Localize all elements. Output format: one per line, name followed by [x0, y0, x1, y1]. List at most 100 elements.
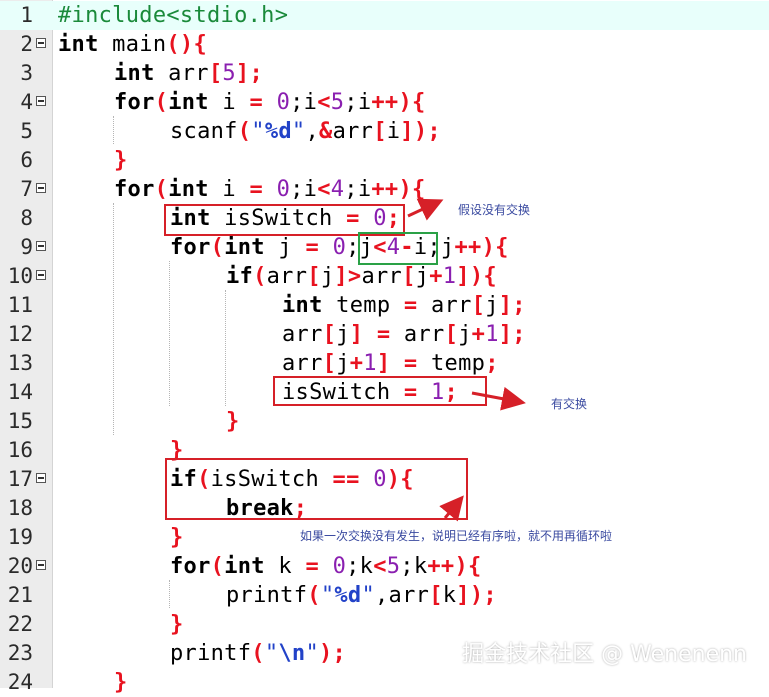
code-line[interactable]: 2 int main(){: [0, 30, 769, 59]
code-line[interactable]: 24}: [0, 668, 769, 697]
code-token: +: [429, 264, 443, 289]
line-number: 5: [20, 119, 33, 143]
code-line[interactable]: 3 int arr[5];: [0, 59, 769, 88]
code-text[interactable]: scanf("%d",&arr[i]);: [170, 117, 441, 146]
code-token: ++){: [371, 177, 426, 202]
code-line[interactable]: 7 for(int i = 0;i<4;i++){: [0, 175, 769, 204]
code-text[interactable]: if(arr[j]>arr[j+1]){: [226, 262, 497, 291]
code-token: j: [320, 264, 335, 289]
code-line[interactable]: 20 for(int k = 0;k<5;k++){: [0, 552, 769, 581]
code-text[interactable]: arr[j] = arr[j+1];: [282, 320, 526, 349]
code-line[interactable]: 21 printf("%d",arr[k]);: [0, 581, 769, 610]
code-token: <: [373, 554, 387, 579]
code-token: (: [253, 264, 267, 289]
code-token: main: [98, 32, 167, 57]
code-text[interactable]: printf("\n");: [170, 639, 346, 668]
code-line[interactable]: 4 for(int i = 0;i<5;i++){: [0, 88, 769, 117]
code-token: j: [458, 322, 472, 347]
fold-toggle-icon[interactable]: [36, 96, 46, 106]
code-token: int: [282, 293, 323, 318]
code-token: arr: [154, 61, 209, 86]
fold-toggle-icon[interactable]: [36, 473, 46, 483]
code-text[interactable]: int temp = arr[j];: [282, 291, 526, 320]
code-text[interactable]: for(int j = 0;j<4-i;j++){: [170, 233, 509, 262]
line-number: 3: [20, 61, 33, 85]
code-token: (){: [166, 32, 208, 57]
indent-guide: [169, 580, 170, 608]
code-token: temp: [322, 293, 404, 318]
code-token: [: [402, 264, 416, 289]
annotation-note-sorted-explanation: 如果一次交换没有发生，说明已经有序啦，就不用再循环啦: [300, 529, 613, 543]
line-number: 7: [20, 177, 33, 201]
indent-guide: [113, 116, 114, 144]
code-token: =: [403, 293, 418, 318]
code-token: ]);: [400, 119, 441, 144]
line-number: 9: [20, 235, 33, 259]
code-text[interactable]: #include<stdio.h>: [58, 1, 288, 30]
code-text[interactable]: for(int k = 0;k<5;k++){: [170, 552, 482, 581]
code-token: printf: [226, 583, 308, 608]
highlight-box-isswitch-set: [273, 376, 487, 406]
code-token: arr: [390, 322, 445, 347]
line-number: 21: [7, 583, 33, 607]
line-number: 22: [7, 612, 33, 636]
code-text[interactable]: }: [226, 407, 240, 436]
code-text[interactable]: int main(){: [58, 30, 207, 59]
code-token: }: [226, 409, 240, 434]
fold-toggle-icon[interactable]: [36, 38, 46, 48]
code-line[interactable]: 1 #include<stdio.h>: [0, 1, 769, 30]
code-token: +: [349, 351, 364, 376]
code-token: [: [471, 293, 486, 318]
code-text[interactable]: }: [114, 668, 128, 697]
code-line[interactable]: 13 arr[j+1] = temp;: [0, 349, 769, 378]
fold-toggle-icon[interactable]: [36, 270, 46, 280]
code-token: (: [237, 119, 252, 144]
code-token: [: [322, 322, 337, 347]
code-token: ": [251, 119, 265, 144]
code-token: [: [444, 322, 459, 347]
code-token: int: [224, 235, 265, 260]
code-token: ": [264, 641, 279, 666]
line-number: 17: [7, 467, 33, 491]
code-token: ": [361, 583, 376, 608]
code-line[interactable]: 12 arr[j] = arr[j+1];: [0, 320, 769, 349]
code-token: ;k: [400, 554, 428, 579]
code-token: [: [322, 351, 337, 376]
code-line[interactable]: 5 scanf("%d",&arr[i]);: [0, 117, 769, 146]
code-line[interactable]: 6}: [0, 146, 769, 175]
code-token: }: [114, 148, 128, 173]
code-token: =: [249, 90, 264, 115]
code-line[interactable]: 10 if(arr[j]>arr[j+1]){: [0, 262, 769, 291]
code-token: 0: [332, 554, 347, 579]
code-text[interactable]: }: [170, 610, 184, 639]
line-number: 24: [7, 670, 33, 694]
code-editor[interactable]: 1 #include<stdio.h> 2 int main(){3 int arr[5…: [0, 0, 769, 695]
watermark: 掘金技术社区 @ Wenenenn: [462, 642, 747, 667]
code-token: for: [114, 90, 155, 115]
code-token: ;i: [290, 177, 318, 202]
code-text[interactable]: int arr[5];: [114, 59, 263, 88]
highlight-box-loop-condition: [358, 232, 438, 265]
code-token: 1: [442, 264, 457, 289]
code-text[interactable]: }: [114, 146, 128, 175]
code-line[interactable]: 22}: [0, 610, 769, 639]
line-number: 18: [7, 496, 33, 520]
line-number: 8: [20, 206, 33, 230]
fold-toggle-icon[interactable]: [36, 183, 46, 193]
code-line[interactable]: 11 int temp = arr[j];: [0, 291, 769, 320]
fold-toggle-icon[interactable]: [36, 560, 46, 570]
code-text[interactable]: arr[j+1] = temp;: [282, 349, 499, 378]
code-line[interactable]: 15}: [0, 407, 769, 436]
code-token: <: [317, 90, 331, 115]
code-text[interactable]: }: [170, 523, 184, 552]
code-token: ++){: [454, 235, 509, 260]
code-text[interactable]: for(int i = 0;i<5;i++){: [114, 88, 426, 117]
fold-toggle-icon[interactable]: [36, 241, 46, 251]
code-text[interactable]: for(int i = 0;i<4;i++){: [114, 175, 426, 204]
line-number: 1: [20, 3, 33, 27]
indent-guide: [169, 261, 170, 406]
code-text[interactable]: printf("%d",arr[k]);: [226, 581, 497, 610]
